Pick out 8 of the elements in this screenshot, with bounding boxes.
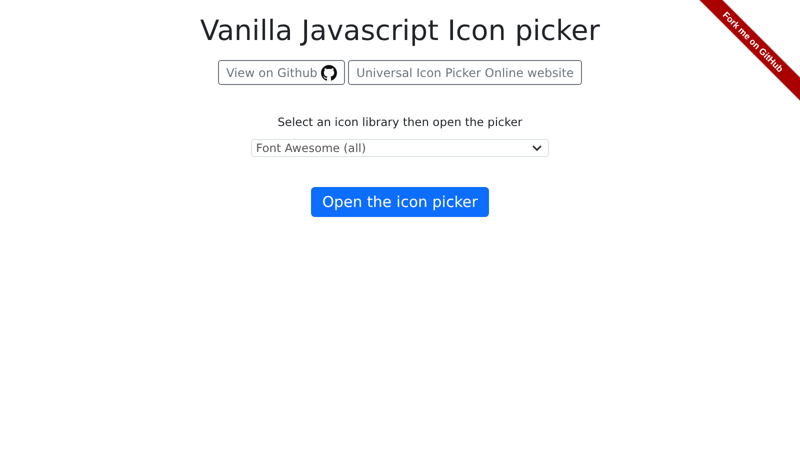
open-picker-button[interactable]: Open the icon picker — [311, 187, 489, 217]
page-title: Vanilla Javascript Icon picker — [200, 14, 600, 48]
library-select[interactable]: Font Awesome (all) — [251, 139, 549, 157]
select-prompt: Select an icon library then open the picker — [278, 115, 522, 129]
chevron-down-icon — [532, 144, 542, 152]
link-button[interactable]: View on Github — [218, 60, 346, 85]
link-button[interactable]: Universal Icon Picker Online website — [348, 60, 582, 85]
github-icon — [321, 64, 338, 80]
